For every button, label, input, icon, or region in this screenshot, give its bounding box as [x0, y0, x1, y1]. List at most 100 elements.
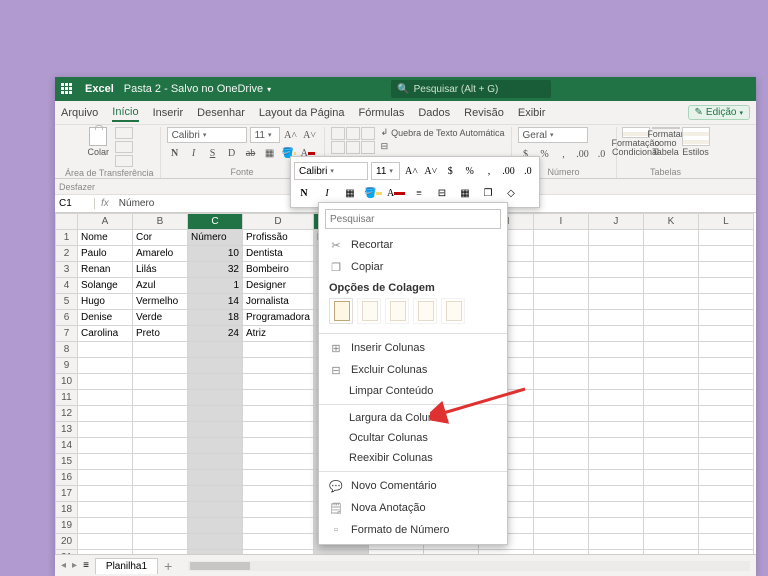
mini-currency[interactable]: $ — [442, 162, 458, 180]
cell[interactable] — [643, 278, 698, 294]
cell[interactable] — [133, 374, 188, 390]
cell[interactable] — [698, 358, 753, 374]
row-header[interactable]: 1 — [56, 230, 78, 246]
col-header-K[interactable]: K — [643, 214, 698, 230]
cell[interactable] — [78, 358, 133, 374]
font-size-select[interactable]: 11▾ — [250, 127, 280, 143]
mini-dec-decimal[interactable]: .0 — [520, 162, 536, 180]
conditional-formatting-button[interactable]: Formatação Condicional — [623, 127, 649, 157]
alignment-buttons[interactable] — [331, 127, 375, 154]
cell[interactable] — [643, 326, 698, 342]
mini-cond-fmt-icon[interactable]: ▦ — [455, 184, 475, 202]
document-name[interactable]: Pasta 2 - Salvo no OneDrive▾ — [120, 83, 271, 95]
cell[interactable] — [188, 438, 243, 454]
context-copy[interactable]: ❐Copiar — [319, 256, 507, 278]
cell[interactable] — [533, 422, 588, 438]
cell[interactable]: Bombeiro — [243, 262, 314, 278]
row-header[interactable]: 7 — [56, 326, 78, 342]
cell[interactable] — [133, 438, 188, 454]
double-underline-button[interactable]: D — [224, 145, 240, 161]
bold-button[interactable]: N — [167, 145, 183, 161]
cell[interactable]: Verde — [133, 310, 188, 326]
strikethrough-button[interactable]: ab — [243, 145, 259, 161]
cell[interactable] — [133, 534, 188, 550]
cell[interactable] — [78, 342, 133, 358]
paste-option-all[interactable] — [329, 298, 353, 324]
cell[interactable] — [588, 438, 643, 454]
mini-percent[interactable]: % — [461, 162, 477, 180]
cell[interactable] — [643, 422, 698, 438]
merge-button[interactable]: ⊟ — [381, 141, 505, 152]
row-header[interactable]: 14 — [56, 438, 78, 454]
cell[interactable] — [588, 470, 643, 486]
cell[interactable] — [533, 358, 588, 374]
tab-inicio[interactable]: Início — [112, 106, 138, 122]
cell[interactable] — [643, 486, 698, 502]
copy-icon[interactable] — [115, 141, 133, 153]
format-painter-icon[interactable] — [115, 155, 133, 167]
tab-formulas[interactable]: Fórmulas — [359, 107, 405, 119]
cell[interactable] — [588, 390, 643, 406]
tab-nav-prev[interactable]: ◂ — [61, 560, 66, 571]
cell[interactable] — [133, 342, 188, 358]
cell[interactable] — [588, 230, 643, 246]
cell[interactable] — [188, 358, 243, 374]
cell[interactable] — [698, 246, 753, 262]
cell[interactable] — [643, 518, 698, 534]
cell[interactable]: Vermelho — [133, 294, 188, 310]
cell[interactable] — [188, 550, 243, 555]
cell[interactable] — [698, 310, 753, 326]
context-new-note[interactable]: 🗒Nova Anotação — [319, 497, 507, 519]
cell[interactable] — [588, 406, 643, 422]
context-search-input[interactable] — [325, 209, 501, 229]
context-unhide-columns[interactable]: Reexibir Colunas — [319, 448, 507, 468]
cell[interactable] — [588, 422, 643, 438]
cell[interactable] — [533, 262, 588, 278]
cell[interactable] — [698, 374, 753, 390]
cell[interactable] — [588, 342, 643, 358]
cell[interactable] — [698, 550, 753, 555]
tab-desenhar[interactable]: Desenhar — [197, 107, 245, 119]
cell[interactable] — [423, 550, 478, 555]
cell[interactable] — [588, 246, 643, 262]
cell[interactable]: Hugo — [78, 294, 133, 310]
row-header[interactable]: 3 — [56, 262, 78, 278]
search-box[interactable]: 🔍 Pesquisar (Alt + G) — [391, 80, 551, 98]
col-header-I[interactable]: I — [533, 214, 588, 230]
mini-shrink-font[interactable]: A˅ — [423, 162, 439, 180]
cell[interactable] — [133, 406, 188, 422]
cell[interactable] — [78, 374, 133, 390]
tab-arquivo[interactable]: Arquivo — [61, 107, 98, 119]
cell[interactable] — [698, 326, 753, 342]
cell[interactable] — [588, 534, 643, 550]
cell[interactable] — [243, 342, 314, 358]
cell[interactable] — [188, 422, 243, 438]
cell[interactable]: Atriz — [243, 326, 314, 342]
fx-icon[interactable]: fx — [95, 198, 115, 209]
cell[interactable] — [533, 470, 588, 486]
cell[interactable] — [78, 502, 133, 518]
context-clear-contents[interactable]: Limpar Conteúdo — [319, 381, 507, 401]
cell[interactable] — [533, 550, 588, 555]
cell[interactable] — [243, 470, 314, 486]
cell[interactable] — [533, 230, 588, 246]
cell[interactable] — [643, 230, 698, 246]
cell[interactable]: Número — [188, 230, 243, 246]
cell[interactable]: 18 — [188, 310, 243, 326]
cell[interactable] — [188, 502, 243, 518]
cell[interactable] — [133, 518, 188, 534]
row-header[interactable]: 11 — [56, 390, 78, 406]
tab-exibir[interactable]: Exibir — [518, 107, 546, 119]
cell[interactable] — [78, 438, 133, 454]
cell[interactable] — [698, 502, 753, 518]
mini-font-select[interactable]: Calibri▾ — [294, 162, 368, 180]
cell[interactable] — [243, 454, 314, 470]
cell[interactable] — [533, 246, 588, 262]
cell[interactable] — [188, 518, 243, 534]
cell[interactable] — [78, 422, 133, 438]
cell[interactable] — [313, 550, 368, 555]
cell[interactable]: Preto — [133, 326, 188, 342]
cell[interactable] — [643, 502, 698, 518]
editing-mode-button[interactable]: ✎ Edição ▾ — [688, 105, 750, 120]
cell[interactable] — [643, 246, 698, 262]
